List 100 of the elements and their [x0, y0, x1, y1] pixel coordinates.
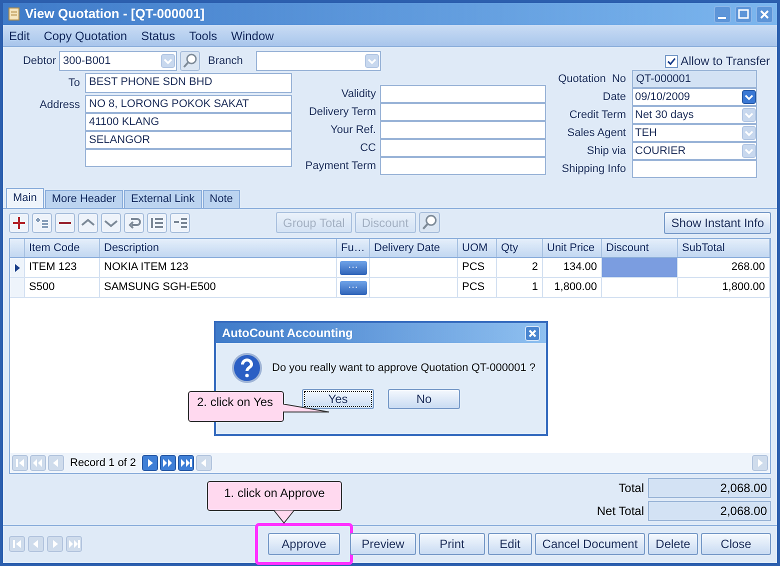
minimize-icon[interactable] — [714, 6, 731, 22]
field-label: CC — [359, 140, 376, 156]
column-header[interactable]: Qty — [497, 239, 543, 257]
text-field[interactable] — [632, 160, 757, 178]
action-button[interactable]: Edit — [488, 533, 532, 555]
field-label: Credit Term — [568, 108, 626, 123]
tab[interactable]: Note — [202, 190, 240, 208]
previous-record-icon[interactable] — [28, 536, 44, 552]
action-button[interactable]: Cancel Document — [535, 533, 645, 555]
maximize-icon[interactable] — [735, 6, 752, 22]
text-field[interactable] — [380, 85, 546, 103]
previous-record-icon[interactable] — [48, 455, 64, 471]
checkbox[interactable] — [664, 54, 678, 68]
column-header[interactable]: Unit Price — [543, 239, 602, 257]
dropdown-field[interactable]: 09/10/2009 — [632, 88, 757, 106]
field-label: Date — [602, 90, 626, 105]
toolbar-icon[interactable] — [124, 212, 144, 232]
address-field[interactable]: SELANGOR — [85, 131, 292, 149]
field-label: Shipping Info — [560, 162, 626, 177]
total-label: Net Total — [596, 503, 644, 520]
close-icon[interactable] — [525, 326, 540, 340]
menu-item[interactable]: Status — [141, 26, 176, 44]
menu-item[interactable]: Copy Quotation — [44, 26, 128, 44]
dialog-button[interactable]: No — [388, 389, 460, 409]
next-page-icon[interactable] — [160, 455, 176, 471]
branch-combo[interactable] — [256, 51, 381, 71]
address-field[interactable]: 41100 KLANG — [85, 113, 292, 131]
close-icon[interactable] — [756, 6, 773, 22]
column-header[interactable]: SubTotal — [678, 239, 770, 257]
question-icon — [232, 353, 262, 383]
total-field[interactable]: 2,068.00 — [648, 501, 771, 521]
table-cell: 1,800.00 — [543, 278, 602, 297]
search-icon[interactable] — [418, 212, 440, 233]
toolbar-icon[interactable] — [170, 212, 190, 232]
table-cell: ITEM 123 — [25, 258, 100, 277]
table-cell: 268.00 — [678, 258, 770, 277]
action-button[interactable]: Preview — [350, 533, 416, 555]
dialog-button[interactable]: Yes — [302, 389, 374, 409]
record-counter: Record 1 of 2 — [69, 456, 138, 471]
search-icon[interactable] — [180, 51, 200, 71]
toolbar-icon[interactable] — [9, 212, 29, 232]
column-header[interactable]: Item Code — [25, 239, 100, 257]
total-label: Total — [618, 480, 644, 497]
callout-pointer — [273, 510, 295, 524]
column-header[interactable]: Fu… — [337, 239, 370, 257]
field-label: Address — [38, 98, 80, 113]
column-header[interactable]: Description — [100, 239, 337, 257]
toolbar-icon[interactable] — [147, 212, 167, 232]
action-button[interactable]: Approve — [268, 533, 340, 555]
field-label: Quotation No — [557, 72, 626, 87]
column-header[interactable]: Discount — [602, 239, 678, 257]
text-field[interactable] — [380, 139, 546, 157]
first-record-icon[interactable] — [12, 455, 28, 471]
table-cell: S500 — [25, 278, 100, 297]
toolbar-icon[interactable] — [101, 212, 121, 232]
text-field[interactable] — [380, 103, 546, 121]
tab[interactable]: External Link — [124, 190, 202, 208]
action-button[interactable]: Print — [419, 533, 485, 555]
text-field[interactable] — [380, 157, 546, 175]
total-field[interactable]: 2,068.00 — [648, 478, 771, 498]
field-label: Ship via — [586, 144, 626, 159]
table-cell: 1 — [497, 278, 543, 297]
checkbox-label: Allow to Transfer — [680, 53, 770, 70]
menu-item[interactable]: Tools — [189, 26, 218, 44]
field-label: Payment Term — [304, 158, 376, 174]
last-record-icon[interactable] — [178, 455, 194, 471]
row-header[interactable] — [10, 258, 25, 277]
column-header[interactable]: Delivery Date — [370, 239, 458, 257]
number-field[interactable]: QT-000001 — [632, 70, 757, 88]
details-button[interactable]: ··· — [340, 280, 366, 294]
dialog-message: Do you really want to approve Quotation QT-000001 ? — [272, 360, 536, 376]
menu-item[interactable]: Window — [231, 26, 274, 44]
field-label: Validity — [340, 86, 376, 102]
previous-page-icon[interactable] — [30, 455, 46, 471]
address-field[interactable] — [85, 149, 292, 167]
menu-item[interactable]: Edit — [9, 26, 30, 44]
column-header[interactable]: UOM — [458, 239, 497, 257]
first-record-icon[interactable] — [9, 536, 25, 552]
next-record-icon[interactable] — [142, 455, 158, 471]
tab[interactable]: More Header — [44, 190, 124, 208]
dialog-title: AutoCount Accounting — [222, 325, 354, 342]
toolbar-icon[interactable] — [55, 212, 75, 232]
tab[interactable]: Main — [6, 188, 44, 208]
callout-pointer — [283, 404, 331, 414]
table-cell: PCS — [458, 278, 497, 297]
instant-info-button[interactable]: Show Instant Info — [664, 212, 771, 234]
toolbar-icon[interactable] — [78, 212, 98, 232]
table-cell: 1,800.00 — [678, 278, 770, 297]
scroll-right-icon[interactable] — [752, 455, 768, 471]
table-cell: 2 — [497, 258, 543, 277]
text-field[interactable]: BEST PHONE SDN BHD — [85, 73, 292, 93]
address-field[interactable]: NO 8, LORONG POKOK SAKAT — [85, 95, 292, 113]
debtor-combo[interactable]: 300-B001 — [59, 51, 177, 71]
details-button[interactable]: ··· — [340, 260, 366, 274]
action-button[interactable]: Close — [701, 533, 771, 555]
table-cell: NOKIA ITEM 123 — [100, 258, 337, 277]
callout: 2. click on Yes — [188, 391, 284, 422]
field-label: Delivery Term — [308, 104, 376, 120]
action-button[interactable]: Delete — [648, 533, 698, 555]
text-field[interactable] — [380, 121, 546, 139]
